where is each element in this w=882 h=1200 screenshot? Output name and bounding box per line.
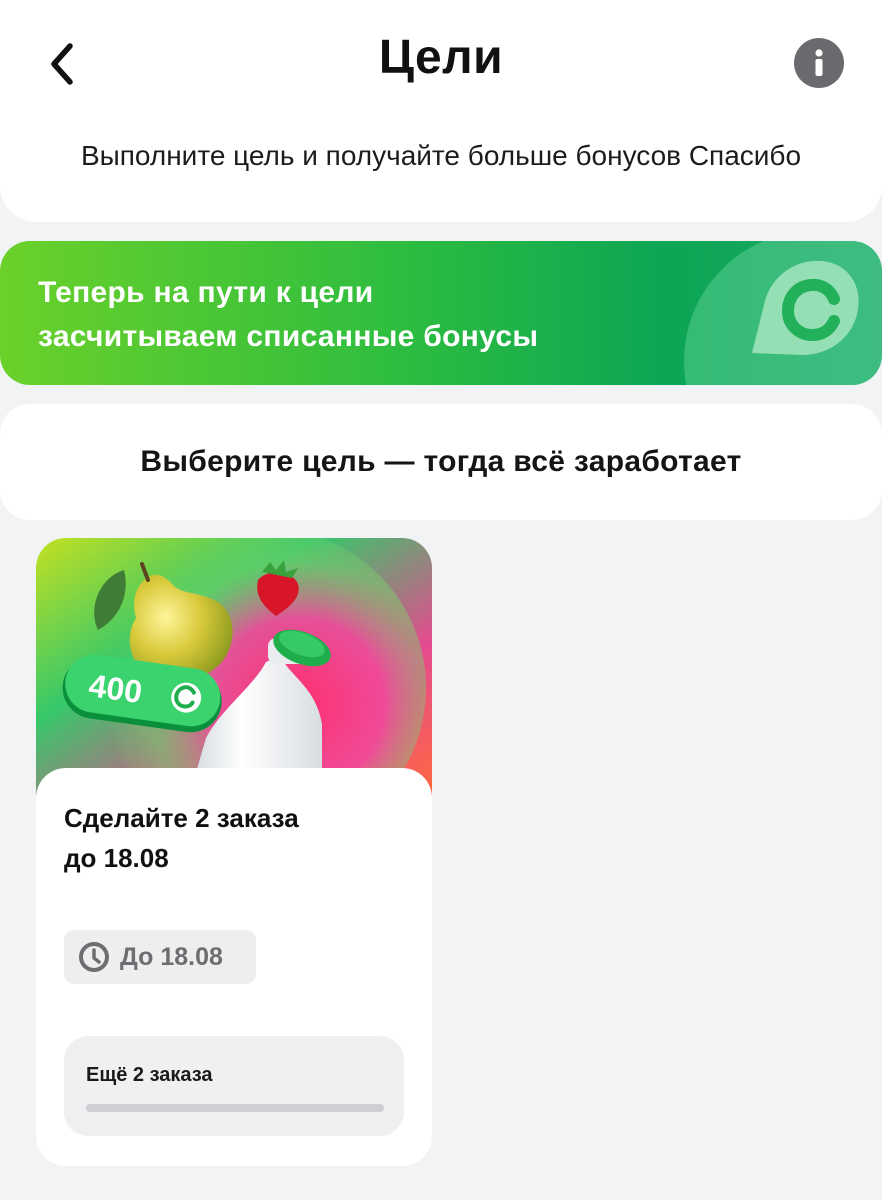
clock-icon (79, 942, 109, 972)
promo-banner[interactable]: Теперь на пути к цели засчитываем списан… (0, 241, 882, 385)
progress-label: Ещё 2 заказа (86, 1064, 213, 1086)
goal-title: Сделайте 2 заказа до 18.08 (64, 798, 404, 878)
info-icon (815, 49, 823, 76)
spasibo-logo-icon (752, 260, 859, 355)
goal-title-line-2: до 18.08 (64, 843, 169, 873)
banner-text: Теперь на пути к цели засчитываем списан… (38, 271, 538, 359)
progress-box: Ещё 2 заказа (64, 1036, 404, 1136)
choose-goal-strip: Выберите цель — тогда всё заработает (0, 404, 882, 520)
choose-goal-text: Выберите цель — тогда всё заработает (140, 445, 742, 478)
goal-card-body: Сделайте 2 заказа до 18.08 До 18.08 Ещё … (36, 768, 432, 1166)
header: Цели Выполните цель и получайте больше б… (0, 0, 882, 222)
bonus-badge-value: 400 (86, 667, 144, 710)
page-title: Цели (378, 31, 504, 84)
goal-title-line-1: Сделайте 2 заказа (64, 803, 299, 833)
info-button[interactable] (794, 38, 844, 88)
page-subtitle: Выполните цель и получайте больше бонусо… (80, 140, 802, 171)
goal-card[interactable]: 400 Сделайте 2 заказа до 18.08 До 18.08 … (36, 538, 432, 1166)
goal-image: 400 (36, 538, 432, 800)
banner-line-2: засчитываем списанные бонусы (38, 320, 539, 353)
deadline-text: До 18.08 (120, 942, 223, 971)
deadline-chip: До 18.08 (64, 930, 256, 984)
progress-track (86, 1104, 384, 1112)
banner-line-1: Теперь на пути к цели (38, 276, 374, 309)
